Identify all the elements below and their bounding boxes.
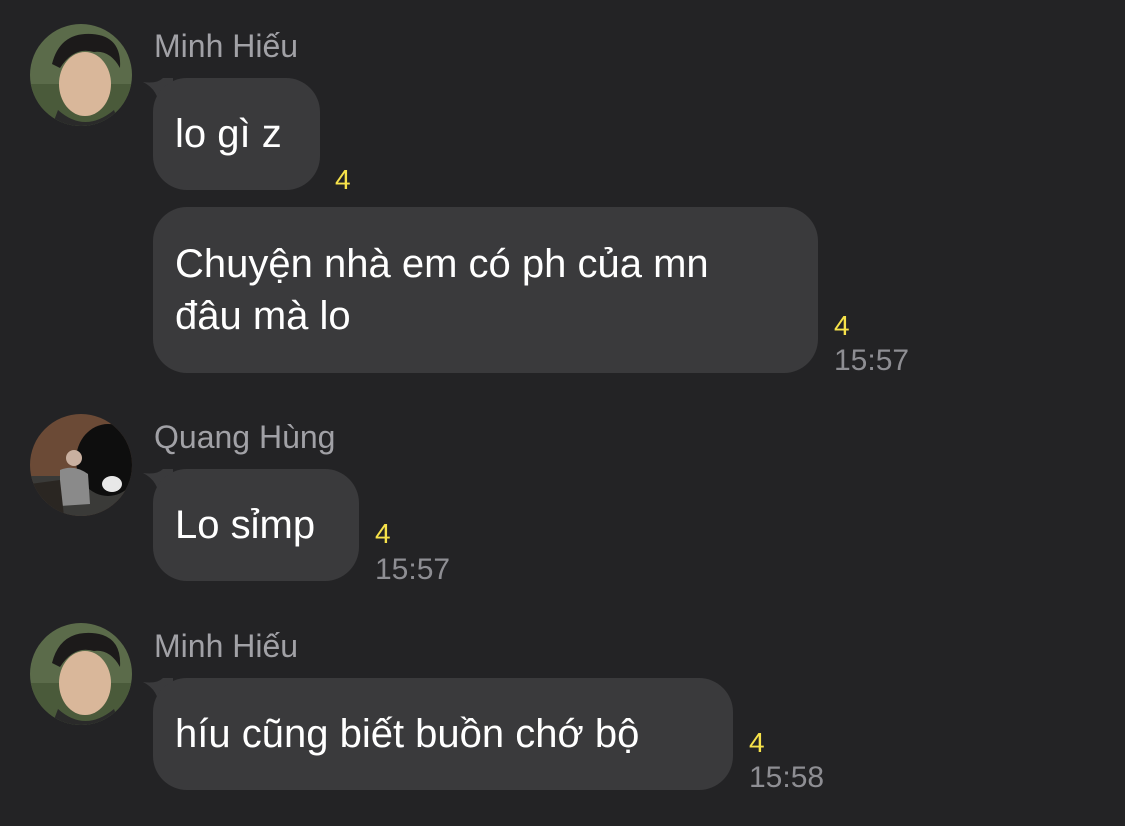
message-bubble[interactable]: lo gì z xyxy=(153,78,320,190)
sender-name: Quang Hùng xyxy=(154,419,336,455)
message-bubble[interactable]: híu cũng biết buồn chớ bộ xyxy=(153,678,733,790)
read-count-badge: 4 xyxy=(335,164,351,195)
message-timestamp: 15:58 xyxy=(749,761,825,794)
message-bubble[interactable]: Chuyện nhà em có ph của mn đâu mà lo xyxy=(153,207,818,373)
read-count-badge: 4 xyxy=(375,518,391,549)
sender-avatar[interactable] xyxy=(30,414,132,516)
message-timestamp: 15:57 xyxy=(834,344,910,377)
chat-thread: Minh Hiếu lo gì z 4 Chuyện nhà em có ph … xyxy=(0,0,1125,826)
avatar-photo-minh-hieu xyxy=(30,623,132,725)
read-count-badge: 4 xyxy=(834,310,850,341)
read-count-badge: 4 xyxy=(749,727,765,758)
avatar-photo-minh-hieu xyxy=(30,24,132,126)
message-bubble[interactable]: Lo sỉmp xyxy=(153,469,359,581)
sender-name: Minh Hiếu xyxy=(154,628,299,664)
sender-name: Minh Hiếu xyxy=(154,28,299,64)
message-timestamp: 15:57 xyxy=(375,553,451,586)
sender-avatar[interactable] xyxy=(30,24,132,126)
avatar-photo-quang-hung xyxy=(30,414,132,516)
sender-avatar[interactable] xyxy=(30,623,132,725)
